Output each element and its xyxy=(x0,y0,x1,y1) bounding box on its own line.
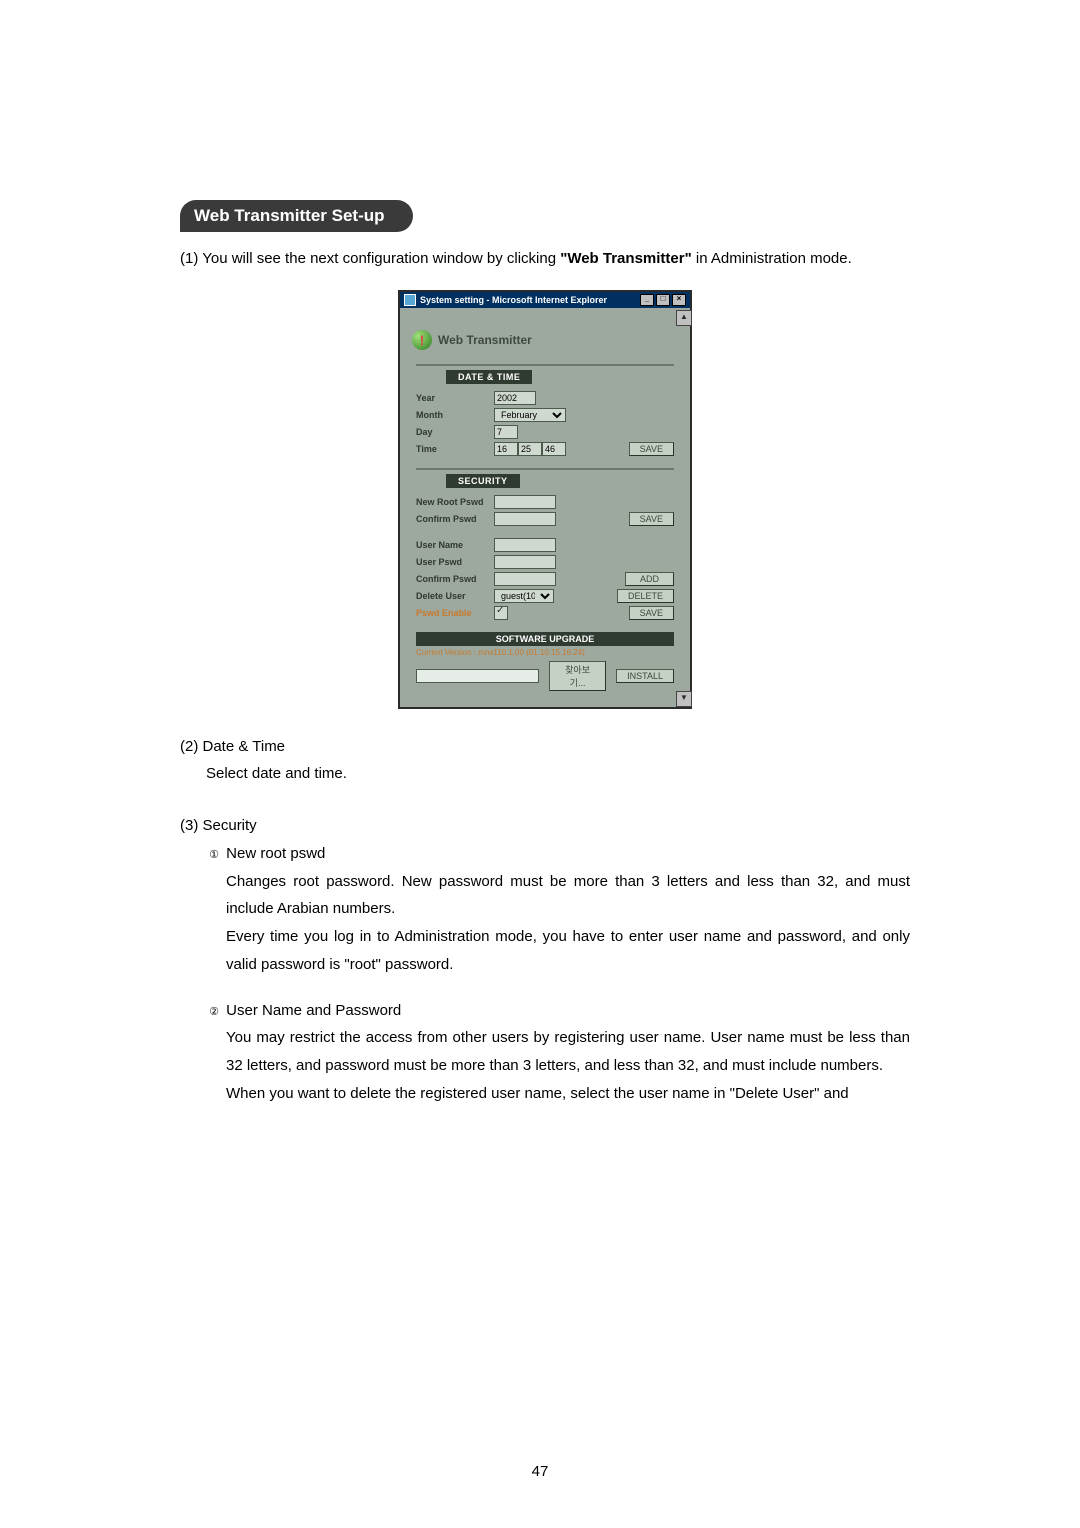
pswd-enable-save-button[interactable]: SAVE xyxy=(629,606,674,620)
time-sec-input[interactable] xyxy=(542,442,566,456)
root-pswd-save-button[interactable]: SAVE xyxy=(629,512,674,526)
item-3-heading: (3) Security xyxy=(180,812,910,840)
current-version-text: Current Version : mns110.1.00 (01.10.15.… xyxy=(416,648,674,657)
section-title-pill: Web Transmitter Set-up xyxy=(180,200,413,232)
user-pswd-input[interactable] xyxy=(494,555,556,569)
intro-paragraph: (1) You will see the next configuration … xyxy=(180,246,910,272)
year-label: Year xyxy=(416,393,494,403)
page-number: 47 xyxy=(0,1463,1080,1480)
circled-two-icon: ② xyxy=(206,1004,222,1020)
help-icon: ! xyxy=(412,330,432,350)
ie-icon xyxy=(404,294,416,306)
window-minimize-button[interactable]: _ xyxy=(640,294,654,306)
window-maximize-button[interactable]: □ xyxy=(656,294,670,306)
pswd-enable-checkbox[interactable] xyxy=(494,606,508,620)
new-root-pswd-label: New Root Pswd xyxy=(416,497,494,507)
page-heading: Web Transmitter xyxy=(438,333,532,347)
window-titlebar: System setting - Microsoft Internet Expl… xyxy=(400,292,690,308)
scroll-down-button[interactable]: ▼ xyxy=(676,691,692,707)
intro-prefix: (1) You will see the next configuration … xyxy=(180,250,560,267)
item-3-1-heading: ① New root pswd xyxy=(206,840,910,868)
time-min-input[interactable] xyxy=(518,442,542,456)
circled-one-icon: ① xyxy=(206,847,222,863)
item-3-2-body-1: You may restrict the access from other u… xyxy=(226,1024,910,1080)
screenshot-window: System setting - Microsoft Internet Expl… xyxy=(398,290,692,709)
delete-user-select[interactable]: guest(10) xyxy=(494,589,554,603)
item-2-heading: (2) Date & Time xyxy=(180,733,910,761)
intro-suffix: in Administration mode. xyxy=(692,250,852,267)
security-panel: SECURITY New Root Pswd Confirm Pswd SAVE… xyxy=(416,468,674,620)
confirm-pswd-label-1: Confirm Pswd xyxy=(416,514,494,524)
day-label: Day xyxy=(416,427,494,437)
year-input[interactable] xyxy=(494,391,536,405)
confirm-root-pswd-input[interactable] xyxy=(494,512,556,526)
new-root-pswd-input[interactable] xyxy=(494,495,556,509)
item-3-2-body-2: When you want to delete the registered u… xyxy=(226,1080,910,1108)
scroll-up-button[interactable]: ▲ xyxy=(676,310,692,326)
item-3-1-body-1: Changes root password. New password must… xyxy=(226,868,910,924)
add-user-button[interactable]: ADD xyxy=(625,572,674,586)
delete-user-button[interactable]: DELETE xyxy=(617,589,674,603)
pswd-enable-label: Pswd Enable xyxy=(416,608,494,618)
delete-user-label: Delete User xyxy=(416,591,494,601)
item-3-2-heading: ② User Name and Password xyxy=(206,997,910,1025)
window-titlebar-text: System setting - Microsoft Internet Expl… xyxy=(420,295,607,305)
day-input[interactable] xyxy=(494,425,518,439)
item-3-1-title: New root pswd xyxy=(226,845,325,862)
item-3-1-body-2: Every time you log in to Administration … xyxy=(226,923,910,979)
datetime-save-button[interactable]: SAVE xyxy=(629,442,674,456)
user-name-label: User Name xyxy=(416,540,494,550)
confirm-pswd-label-2: Confirm Pswd xyxy=(416,574,494,584)
browse-button[interactable]: 찾아보기... xyxy=(549,661,606,691)
user-pswd-label: User Pswd xyxy=(416,557,494,567)
software-upgrade-header: SOFTWARE UPGRADE xyxy=(416,632,674,646)
time-label: Time xyxy=(416,444,494,454)
date-time-panel: DATE & TIME Year Month February Day T xyxy=(416,364,674,456)
security-header: SECURITY xyxy=(446,474,520,488)
time-hour-input[interactable] xyxy=(494,442,518,456)
month-label: Month xyxy=(416,410,494,420)
user-name-input[interactable] xyxy=(494,538,556,552)
intro-strong: "Web Transmitter" xyxy=(560,250,691,267)
confirm-user-pswd-input[interactable] xyxy=(494,572,556,586)
item-2-body: Select date and time. xyxy=(206,760,910,788)
date-time-header: DATE & TIME xyxy=(446,370,532,384)
month-select[interactable]: February xyxy=(494,408,566,422)
install-button[interactable]: INSTALL xyxy=(616,669,674,683)
item-3-2-title: User Name and Password xyxy=(226,1002,401,1019)
window-close-button[interactable]: × xyxy=(672,294,686,306)
upgrade-file-input[interactable] xyxy=(416,669,539,683)
